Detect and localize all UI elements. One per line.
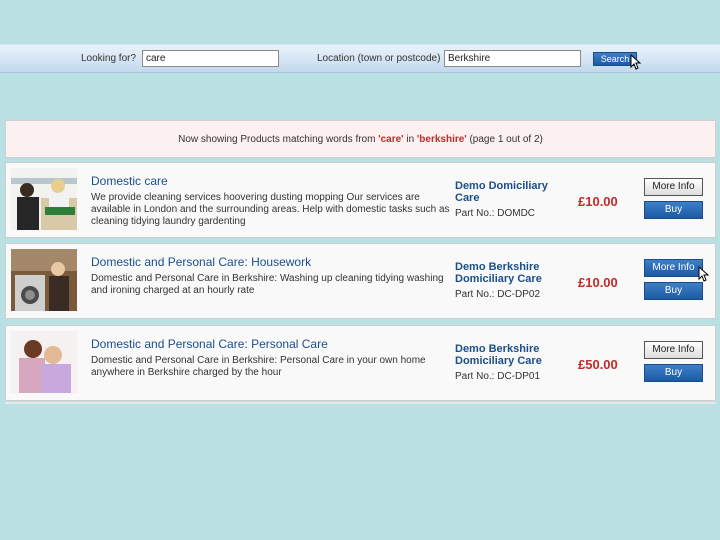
location-label: Location (town or postcode) [317,53,441,64]
product-description: Domestic and Personal Care in Berkshire:… [91,355,426,378]
product-row: Domestic care We provide cleaning servic… [5,162,716,238]
supplier-link[interactable]: Demo Domiciliary Care [455,180,555,204]
buy-button[interactable]: Buy [644,364,703,382]
more-info-button[interactable]: More Info [644,341,703,359]
mouse-pointer-icon [698,266,710,282]
product-title[interactable]: Domestic and Personal Care: Personal Car… [91,337,328,351]
status-mid: in [403,134,417,145]
status-page-info: (page 1 out of 2) [466,134,543,145]
supplier-link[interactable]: Demo Berkshire Domiciliary Care [455,343,555,367]
results-status: Now showing Products matching words from… [5,120,716,158]
part-number: Part No.: DC-DP02 [455,289,541,300]
search-bar: Looking for? Location (town or postcode)… [0,44,720,73]
buy-button[interactable]: Buy [644,201,703,219]
product-title[interactable]: Domestic and Personal Care: Housework [91,255,311,269]
buy-button[interactable]: Buy [644,282,703,300]
product-description: We provide cleaning services hoovering d… [91,192,450,227]
product-row: Domestic and Personal Care: Housework Do… [5,243,716,319]
price: £10.00 [578,275,618,290]
part-number: Part No.: DC-DP01 [455,371,541,382]
product-thumbnail-image [11,331,77,393]
more-info-button[interactable]: More Info [644,259,703,277]
product-description: Domestic and Personal Care in Berkshire:… [91,273,444,296]
product-thumbnail-image [11,168,77,230]
mouse-pointer-icon [630,54,642,70]
looking-for-input[interactable] [142,50,279,67]
more-info-button[interactable]: More Info [644,178,703,196]
price: £50.00 [578,357,618,372]
supplier-link[interactable]: Demo Berkshire Domiciliary Care [455,261,555,285]
status-search-term: 'care' [378,134,404,145]
product-row: Domestic and Personal Care: Personal Car… [5,325,716,401]
looking-for-label: Looking for? [81,53,137,64]
status-location: 'berkshire' [416,134,467,145]
product-title[interactable]: Domestic care [91,174,168,188]
results-bottom-edge [5,402,716,404]
price: £10.00 [578,194,618,209]
location-input[interactable] [444,50,581,67]
part-number: Part No.: DOMDC [455,208,536,219]
product-thumbnail-image [11,249,77,311]
status-prefix: Now showing Products matching words from [178,134,379,145]
